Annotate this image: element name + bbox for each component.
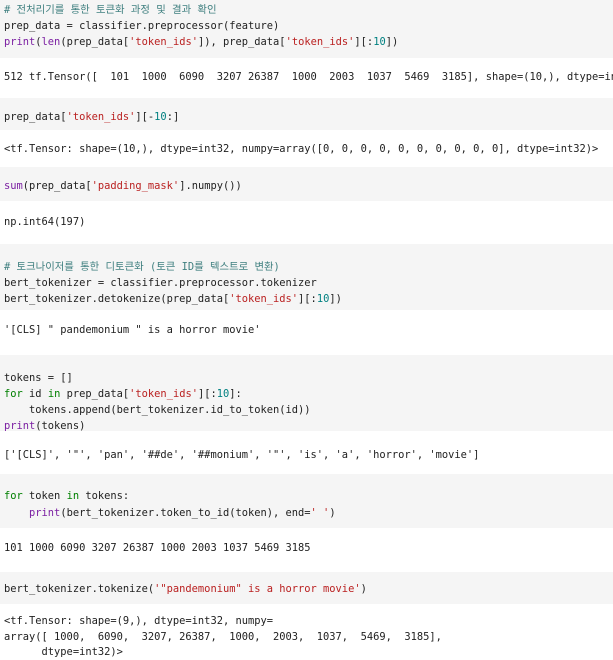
code-line: prep_data['token_ids'][-10:] (4, 110, 179, 124)
output-line: np.int64(197) (4, 215, 85, 229)
code-cell[interactable]: # 토크나이저를 통한 디토큰화 (토큰 ID를 텍스트로 변환) bert_to… (0, 244, 613, 310)
token: ]) (329, 293, 342, 305)
token: ['[CLS]', '"', 'pan', '##de', '##monium'… (4, 449, 480, 461)
output-line: <tf.Tensor: shape=(9,), dtype=int32, num… (4, 614, 273, 628)
token: for (4, 388, 23, 400)
token: dtype=int32)> (4, 646, 123, 658)
output-line: '[CLS] " pandemonium " is a horror movie… (4, 323, 260, 337)
token: (prep_data[ (22, 180, 92, 192)
code-line: # 토크나이저를 통한 디토큰화 (토큰 ID를 텍스트로 변환) (4, 260, 280, 274)
code-cell[interactable]: prep_data['token_ids'][-10:] (0, 98, 613, 130)
token: in (47, 388, 61, 400)
token: 512 tf.Tensor([ 101 1000 6090 3207 26387… (4, 71, 613, 83)
token: token (22, 490, 67, 502)
output-line: array([ 1000, 6090, 3207, 26387, 1000, 2… (4, 630, 442, 644)
output-line: ['[CLS]', '"', 'pan', '##de', '##monium'… (4, 448, 479, 462)
token: for (4, 490, 23, 502)
token: '[CLS] " pandemonium " is a horror movie… (4, 324, 261, 336)
token: ][: (197, 388, 217, 400)
token: bert_tokenizer.tokenize( (4, 583, 155, 595)
token: ][: (298, 293, 317, 305)
output-cell: <tf.Tensor: shape=(10,), dtype=int32, nu… (0, 130, 613, 167)
token: ' ' (310, 507, 330, 519)
token: 'padding_mask' (91, 180, 180, 192)
token: prep_data[ (60, 388, 130, 400)
token: ][- (135, 111, 155, 123)
token: 'token_ids' (129, 36, 198, 48)
token: <tf.Tensor: shape=(10,), dtype=int32, nu… (4, 143, 599, 155)
token: print (29, 507, 61, 519)
code-line: tokens = [] (4, 371, 73, 385)
token: print (4, 36, 36, 48)
token: sum (4, 180, 23, 192)
output-cell: 101 1000 6090 3207 26387 1000 2003 1037 … (0, 528, 613, 572)
code-line: bert_tokenizer = classifier.preprocessor… (4, 276, 317, 290)
token: 'token_ids' (285, 36, 355, 48)
output-line: 101 1000 6090 3207 26387 1000 2003 1037 … (4, 541, 311, 555)
token: 'token_ids' (129, 388, 198, 400)
token: bert_tokenizer = classifier.preprocessor… (4, 277, 317, 289)
token: tokens.append(bert_tokenizer.id_to_token… (4, 404, 311, 416)
code-line: # 전처리기를 통한 토큰화 과정 및 결과 확인 (4, 3, 217, 17)
token: np.int64(197) (4, 216, 86, 228)
code-line: bert_tokenizer.tokenize('"pandemonium" i… (4, 582, 367, 596)
token: ][: (354, 36, 374, 48)
token: ]: (229, 388, 242, 400)
code-cell[interactable]: for token in tokens: print(bert_tokenize… (0, 474, 613, 528)
token: in (66, 490, 80, 502)
code-line: print(len(prep_data['token_ids']), prep_… (4, 35, 398, 49)
token: ) (360, 583, 367, 595)
token: 101 1000 6090 3207 26387 1000 2003 1037 … (4, 542, 311, 554)
code-line: tokens.append(bert_tokenizer.id_to_token… (4, 403, 311, 417)
token: 'token_ids' (229, 293, 299, 305)
token: 10 (373, 36, 386, 48)
token: array([ 1000, 6090, 3207, 26387, 1000, 2… (4, 631, 442, 643)
token: # 토크나이저를 통한 디토큰화 (토큰 ID를 텍스트로 변환) (4, 261, 280, 273)
output-cell: <tf.Tensor: shape=(9,), dtype=int32, num… (0, 604, 613, 660)
code-line: for token in tokens: (4, 489, 129, 503)
code-cell[interactable]: bert_tokenizer.tokenize('"pandemonium" i… (0, 572, 613, 604)
token: # 전처리기를 통한 토큰화 과정 및 결과 확인 (4, 4, 217, 16)
code-line: print(bert_tokenizer.token_to_id(token),… (4, 506, 336, 520)
token: (bert_tokenizer.token_to_id(token), end= (60, 507, 311, 519)
token: ]) (385, 36, 399, 48)
output-line: <tf.Tensor: shape=(10,), dtype=int32, nu… (4, 142, 598, 156)
output-cell: '[CLS] " pandemonium " is a horror movie… (0, 310, 613, 355)
code-line: sum(prep_data['padding_mask'].numpy()) (4, 179, 242, 193)
output-cell: ['[CLS]', '"', 'pan', '##de', '##monium'… (0, 431, 613, 474)
token: len (41, 36, 61, 48)
code-cell[interactable]: # 전처리기를 통한 토큰화 과정 및 결과 확인 prep_data = cla… (0, 0, 613, 58)
output-cell: 512 tf.Tensor([ 101 1000 6090 3207 26387… (0, 58, 613, 98)
token: bert_tokenizer.detokenize(prep_data[ (4, 293, 230, 305)
code-line: for id in prep_data['token_ids'][:10]: (4, 387, 242, 401)
code-line: bert_tokenizer.detokenize(prep_data['tok… (4, 292, 342, 306)
token: prep_data = classifier.preprocessor(feat… (4, 20, 280, 32)
code-line: prep_data = classifier.preprocessor(feat… (4, 19, 279, 33)
token: (prep_data[ (60, 36, 130, 48)
token: ]), prep_data[ (197, 36, 286, 48)
token: 10 (216, 388, 230, 400)
token: ) (329, 507, 336, 519)
token: 'token_ids' (66, 111, 136, 123)
token: tokens = [] (4, 372, 73, 384)
token: id (22, 388, 48, 400)
output-line: dtype=int32)> (4, 645, 123, 659)
token: '"pandemonium" is a horror movie' (154, 583, 361, 595)
output-line: 512 tf.Tensor([ 101 1000 6090 3207 26387… (4, 70, 613, 84)
token: 10 (316, 293, 330, 305)
token: 10 (154, 111, 167, 123)
token: <tf.Tensor: shape=(9,), dtype=int32, num… (4, 615, 273, 627)
token: :] (166, 111, 180, 123)
output-cell: np.int64(197) (0, 201, 613, 244)
token: prep_data[ (4, 111, 67, 123)
code-cell[interactable]: tokens = [] for id in prep_data['token_id… (0, 355, 613, 432)
token: ].numpy()) (179, 180, 242, 192)
token: tokens: (79, 490, 130, 502)
code-cell[interactable]: sum(prep_data['padding_mask'].numpy()) (0, 167, 613, 201)
